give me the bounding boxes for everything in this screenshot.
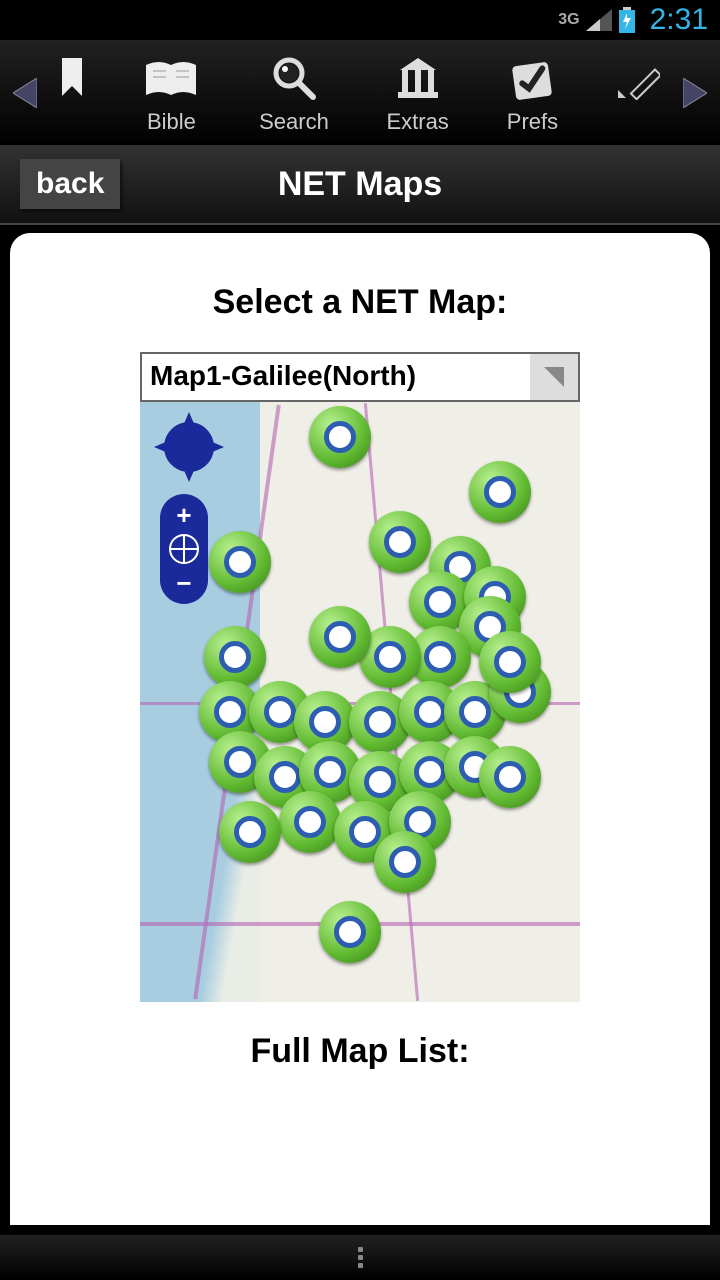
map-marker[interactable]	[309, 606, 371, 668]
toolbar-prefs[interactable]: Prefs	[506, 50, 558, 135]
toolbar-extras[interactable]: Extras	[386, 50, 448, 135]
map-marker[interactable]	[209, 531, 271, 593]
map-viewport[interactable]: + −	[140, 402, 580, 1002]
system-nav-bar	[0, 1235, 720, 1280]
globe-icon[interactable]	[169, 534, 199, 564]
main-toolbar: Bible Search Extras Prefs	[0, 40, 720, 145]
zoom-out-icon[interactable]: −	[176, 570, 191, 596]
pan-left-icon[interactable]	[150, 436, 174, 460]
map-marker[interactable]	[279, 791, 341, 853]
search-icon	[271, 50, 317, 105]
map-select-value: Map1-Galilee(North)	[142, 354, 530, 400]
pan-up-icon[interactable]	[178, 408, 202, 432]
signal-icon	[586, 9, 612, 31]
map-marker[interactable]	[319, 901, 381, 963]
zoom-in-icon[interactable]: +	[176, 502, 191, 528]
toolbar-edit[interactable]	[616, 50, 660, 135]
map-marker[interactable]	[309, 406, 371, 468]
extras-icon	[392, 50, 444, 105]
page-title: NET Maps	[278, 165, 442, 204]
toolbar-search[interactable]: Search	[259, 50, 329, 135]
dropdown-arrow-icon	[530, 354, 578, 400]
menu-icon[interactable]	[358, 1247, 363, 1268]
map-marker[interactable]	[479, 746, 541, 808]
toolbar-prev-arrow[interactable]	[10, 78, 40, 108]
map-pan-control[interactable]	[154, 412, 224, 482]
toolbar-next-arrow[interactable]	[680, 78, 710, 108]
pencil-icon	[616, 50, 660, 105]
toolbar-bible[interactable]: Bible	[141, 50, 201, 135]
map-marker[interactable]	[219, 801, 281, 863]
pan-down-icon[interactable]	[178, 462, 202, 486]
toolbar-prefs-label: Prefs	[507, 109, 558, 135]
full-map-list-heading: Full Map List:	[250, 1032, 469, 1071]
toolbar-bookmark[interactable]	[60, 50, 84, 135]
map-marker[interactable]	[369, 511, 431, 573]
pan-right-icon[interactable]	[204, 436, 228, 460]
back-button[interactable]: back	[20, 159, 120, 209]
prefs-icon	[506, 50, 558, 105]
clock-time: 2:31	[650, 3, 708, 37]
map-marker[interactable]	[469, 461, 531, 523]
status-bar: 3G 2:31	[0, 0, 720, 40]
toolbar-search-label: Search	[259, 109, 329, 135]
map-marker[interactable]	[479, 631, 541, 693]
book-icon	[141, 50, 201, 105]
select-map-heading: Select a NET Map:	[213, 283, 508, 322]
title-bar: back NET Maps	[0, 145, 720, 225]
battery-icon	[618, 7, 636, 33]
map-marker[interactable]	[204, 626, 266, 688]
map-select-dropdown[interactable]: Map1-Galilee(North)	[140, 352, 580, 402]
toolbar-extras-label: Extras	[386, 109, 448, 135]
map-marker[interactable]	[374, 831, 436, 893]
toolbar-bible-label: Bible	[147, 109, 196, 135]
network-3g-label: 3G	[558, 11, 579, 29]
bookmark-icon	[60, 50, 84, 105]
map-zoom-control[interactable]: + −	[160, 494, 208, 604]
content-card: Select a NET Map: Map1-Galilee(North) + …	[10, 233, 710, 1225]
